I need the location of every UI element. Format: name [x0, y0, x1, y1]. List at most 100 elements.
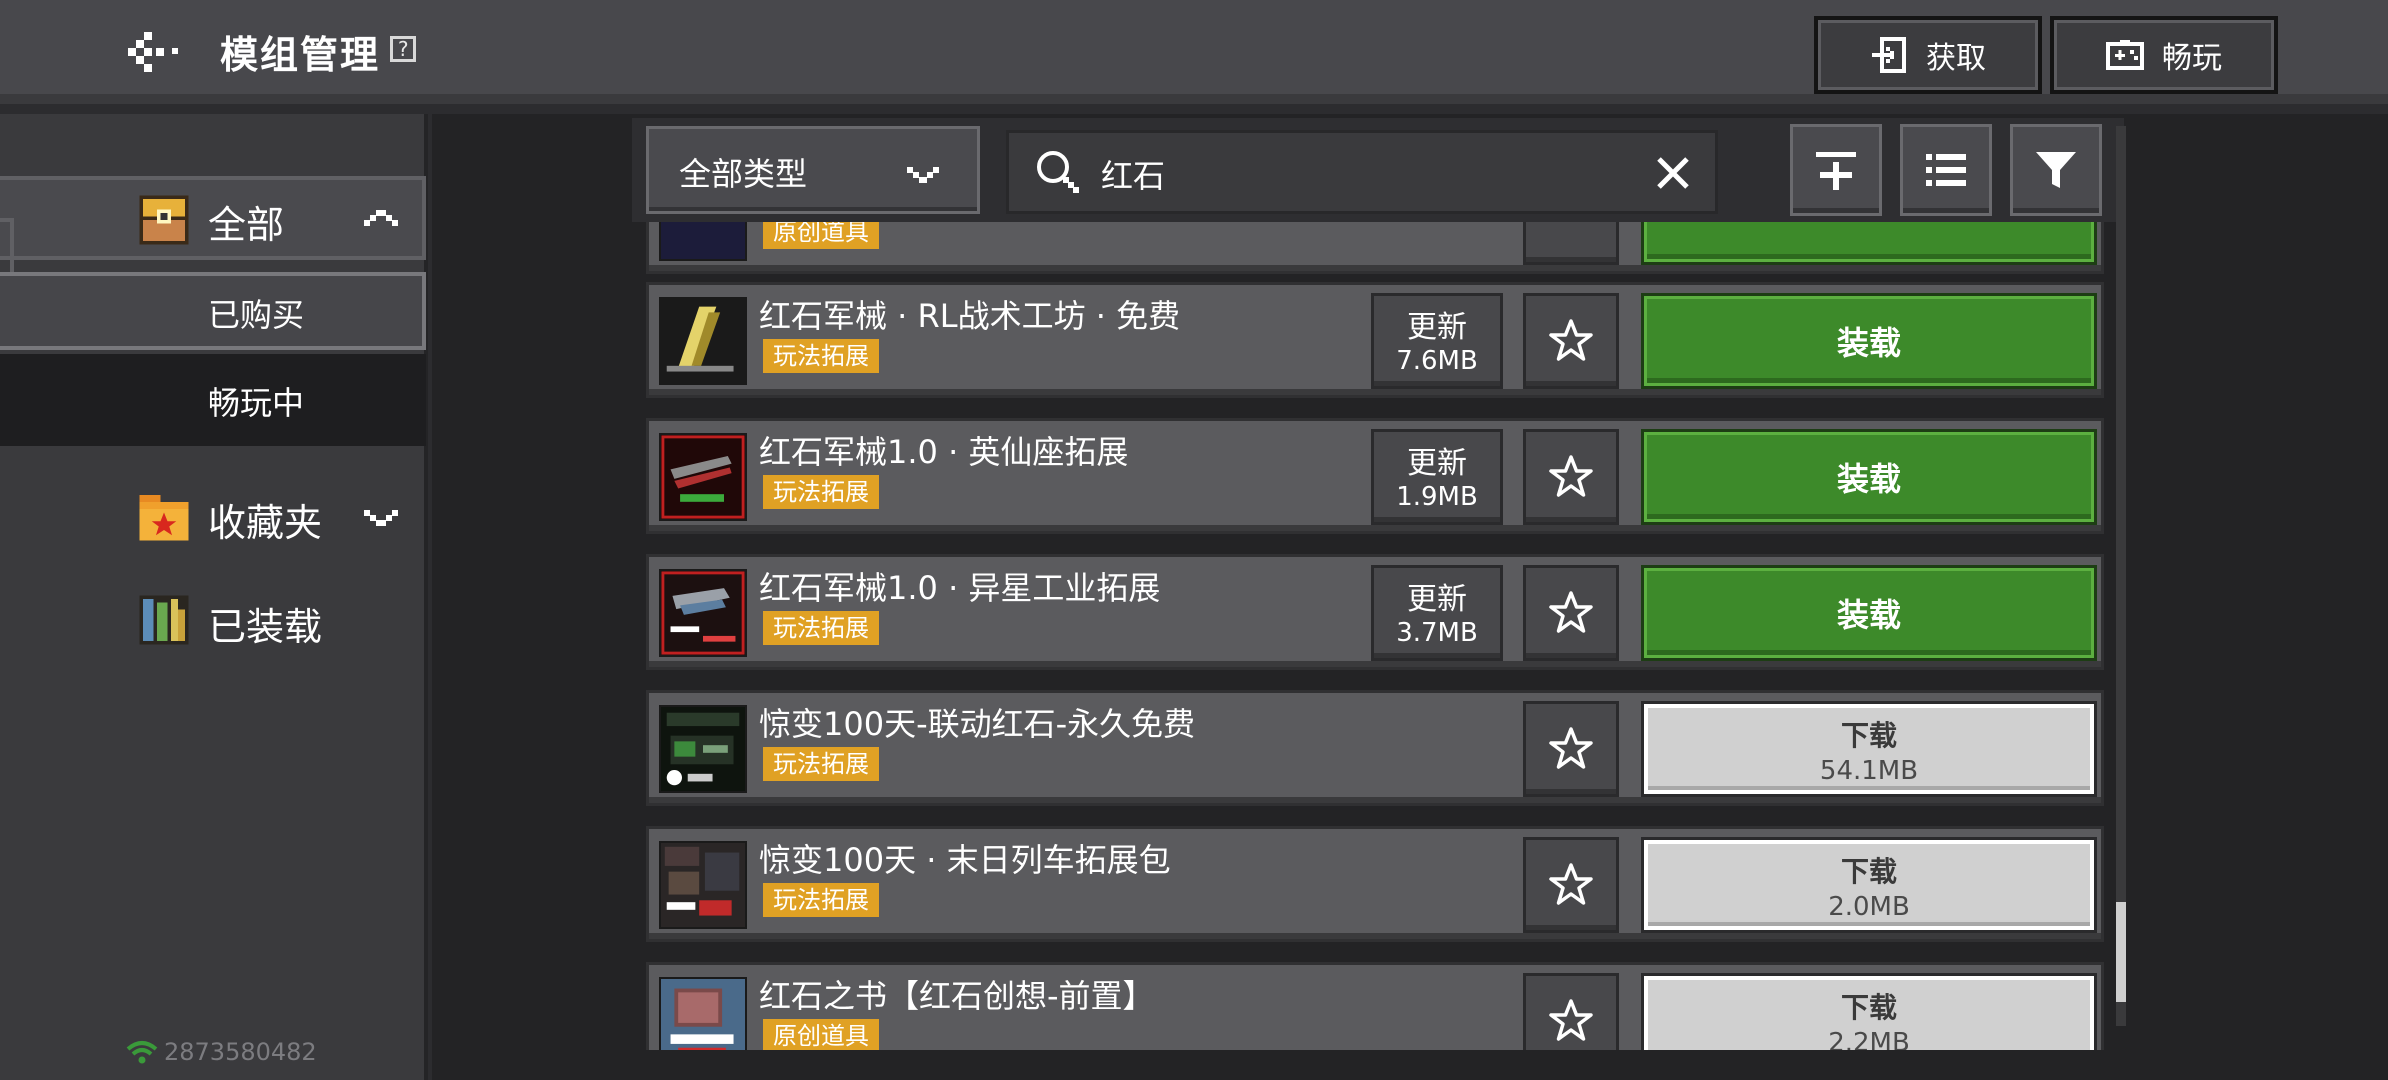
mod-thumbnail-image — [661, 707, 745, 791]
favorite-button[interactable] — [1523, 973, 1619, 1050]
star-outline-icon — [1549, 727, 1593, 769]
user-id: 2873580482 — [126, 1038, 317, 1066]
download-size: 2.2MB — [1828, 1028, 1910, 1050]
sidebar-item-all-label: 全部 — [208, 203, 285, 247]
get-button-label: 获取 — [1926, 41, 1986, 76]
download-size: 2.0MB — [1828, 892, 1910, 922]
type-filter-select[interactable]: 全部类型 — [646, 126, 980, 214]
mod-thumbnail — [659, 841, 747, 929]
update-label: 更新 — [1407, 582, 1467, 617]
filter-icon — [2036, 152, 2076, 188]
sidebar: 全部 已购买 畅玩中 收藏夹 已装载 — [0, 114, 428, 1080]
list-item[interactable]: 红石军械1.0 · 异星工业拓展 玩法拓展 更新 3.7MB 装载 — [646, 554, 2104, 670]
sidebar-item-installed-label: 已装载 — [208, 605, 323, 649]
list-item[interactable]: 红石军械 · RL战术工坊 · 免费 玩法拓展 更新 7.6MB 装载 — [646, 282, 2104, 398]
mod-thumbnail — [659, 297, 747, 385]
favorite-button[interactable] — [1523, 293, 1619, 389]
favorite-button[interactable] — [1523, 701, 1619, 797]
list-item[interactable]: 惊变100天-联动红石-永久免费 玩法拓展 下载 54.1MB — [646, 690, 2104, 806]
list-item[interactable]: 红石军械1.0 · 英仙座拓展 玩法拓展 更新 1.9MB 装载 — [646, 418, 2104, 534]
update-size: 3.7MB — [1396, 618, 1478, 648]
download-button[interactable]: 下载 2.2MB — [1641, 973, 2097, 1050]
scrollbar-track[interactable] — [2116, 126, 2126, 1026]
import-icon — [1872, 37, 1906, 73]
mod-thumbnail — [659, 569, 747, 657]
update-size: 7.6MB — [1396, 346, 1478, 376]
gamepad-icon — [2106, 40, 2144, 70]
star-outline-icon — [1549, 319, 1593, 361]
chevron-down-icon — [364, 510, 398, 526]
favorite-button[interactable] — [1523, 565, 1619, 661]
chevron-down-icon — [907, 167, 939, 183]
sidebar-item-playing[interactable]: 畅玩中 — [0, 354, 426, 446]
page-title: 模组管理 — [220, 33, 381, 77]
sidebar-item-installed[interactable]: 已装载 — [0, 578, 426, 668]
favorite-button[interactable] — [1523, 429, 1619, 525]
search-icon — [1037, 151, 1079, 193]
chevron-up-icon — [364, 210, 398, 226]
folder-star-icon — [139, 495, 189, 541]
mod-thumbnail-image — [661, 299, 745, 383]
wifi-icon — [126, 1041, 158, 1064]
download-button[interactable]: 下载 2.0MB — [1641, 837, 2097, 933]
sidebar-item-favorites[interactable]: 收藏夹 — [0, 474, 426, 564]
filter-button[interactable] — [2010, 124, 2102, 216]
list-item[interactable]: 红石之书【红石创想-前置】 原创道具 下载 2.2MB — [646, 962, 2104, 1050]
close-icon[interactable] — [1655, 155, 1691, 191]
star-outline-icon — [1549, 591, 1593, 633]
type-filter-value: 全部类型 — [679, 155, 808, 193]
load-button[interactable] — [1641, 222, 2097, 265]
mod-thumbnail-image — [661, 571, 745, 655]
mod-thumbnail — [659, 977, 747, 1050]
get-button[interactable]: 获取 — [1814, 16, 2042, 94]
mod-thumbnail-image — [661, 435, 745, 519]
mod-title: 红石之书【红石创想-前置】 — [759, 977, 1155, 1015]
chest-icon — [139, 195, 189, 245]
load-button[interactable]: 装载 — [1641, 565, 2097, 661]
user-id-text: 2873580482 — [164, 1038, 317, 1066]
update-label: 更新 — [1407, 310, 1467, 345]
pin-to-top-button[interactable] — [1790, 124, 1882, 216]
mod-category-tag: 玩法拓展 — [763, 339, 879, 373]
mod-thumbnail — [659, 433, 747, 521]
mod-list: 原创道具 红石军械 · RL战术工坊 · 免费 玩法拓展 更新 7.6MB 装载 — [644, 222, 2106, 1050]
back-arrow-icon[interactable] — [128, 30, 182, 72]
mod-category-tag: 原创道具 — [763, 222, 879, 249]
load-button[interactable]: 装载 — [1641, 293, 2097, 389]
favorite-button[interactable] — [1523, 837, 1619, 933]
list-item-partial[interactable]: 原创道具 — [646, 222, 2104, 274]
update-button[interactable]: 更新 3.7MB — [1371, 565, 1503, 661]
favorite-button[interactable] — [1523, 222, 1619, 265]
mod-title: 红石军械 · RL战术工坊 · 免费 — [759, 297, 1181, 335]
pin-top-icon — [1816, 152, 1856, 190]
mod-thumbnail-image — [661, 979, 745, 1050]
list-view-button[interactable] — [1900, 124, 1992, 216]
scrollbar-thumb[interactable] — [2116, 902, 2126, 1002]
download-size: 54.1MB — [1819, 756, 1919, 786]
help-icon[interactable]: ? — [390, 36, 416, 62]
mod-title: 惊变100天-联动红石-永久免费 — [759, 705, 1196, 743]
star-outline-icon — [1549, 455, 1593, 497]
play-button-label: 畅玩 — [2162, 41, 2222, 76]
search-input[interactable] — [1099, 145, 1623, 203]
sidebar-item-playing-label: 畅玩中 — [208, 384, 305, 422]
sidebar-item-bought-label: 已购买 — [208, 296, 305, 334]
sidebar-item-all[interactable]: 全部 — [0, 176, 426, 260]
top-bar: 模组管理 ? 获取 畅玩 — [0, 0, 2388, 104]
list-icon — [1926, 154, 1966, 186]
play-button[interactable]: 畅玩 — [2050, 16, 2278, 94]
sidebar-item-bought[interactable]: 已购买 — [0, 272, 426, 350]
update-label: 更新 — [1407, 446, 1467, 481]
mod-title: 惊变100天 · 末日列车拓展包 — [759, 841, 1171, 879]
list-item[interactable]: 惊变100天 · 末日列车拓展包 玩法拓展 下载 2.0MB — [646, 826, 2104, 942]
mod-thumbnail — [659, 222, 747, 261]
update-button[interactable]: 更新 7.6MB — [1371, 293, 1503, 389]
mod-category-tag: 玩法拓展 — [763, 747, 879, 781]
bookshelf-icon — [139, 595, 189, 645]
update-button[interactable]: 更新 1.9MB — [1371, 429, 1503, 525]
mod-category-tag: 玩法拓展 — [763, 883, 879, 917]
update-size: 1.9MB — [1396, 482, 1478, 512]
download-button[interactable]: 下载 54.1MB — [1641, 701, 2097, 797]
download-label: 下载 — [1840, 719, 1897, 752]
load-button[interactable]: 装载 — [1641, 429, 2097, 525]
